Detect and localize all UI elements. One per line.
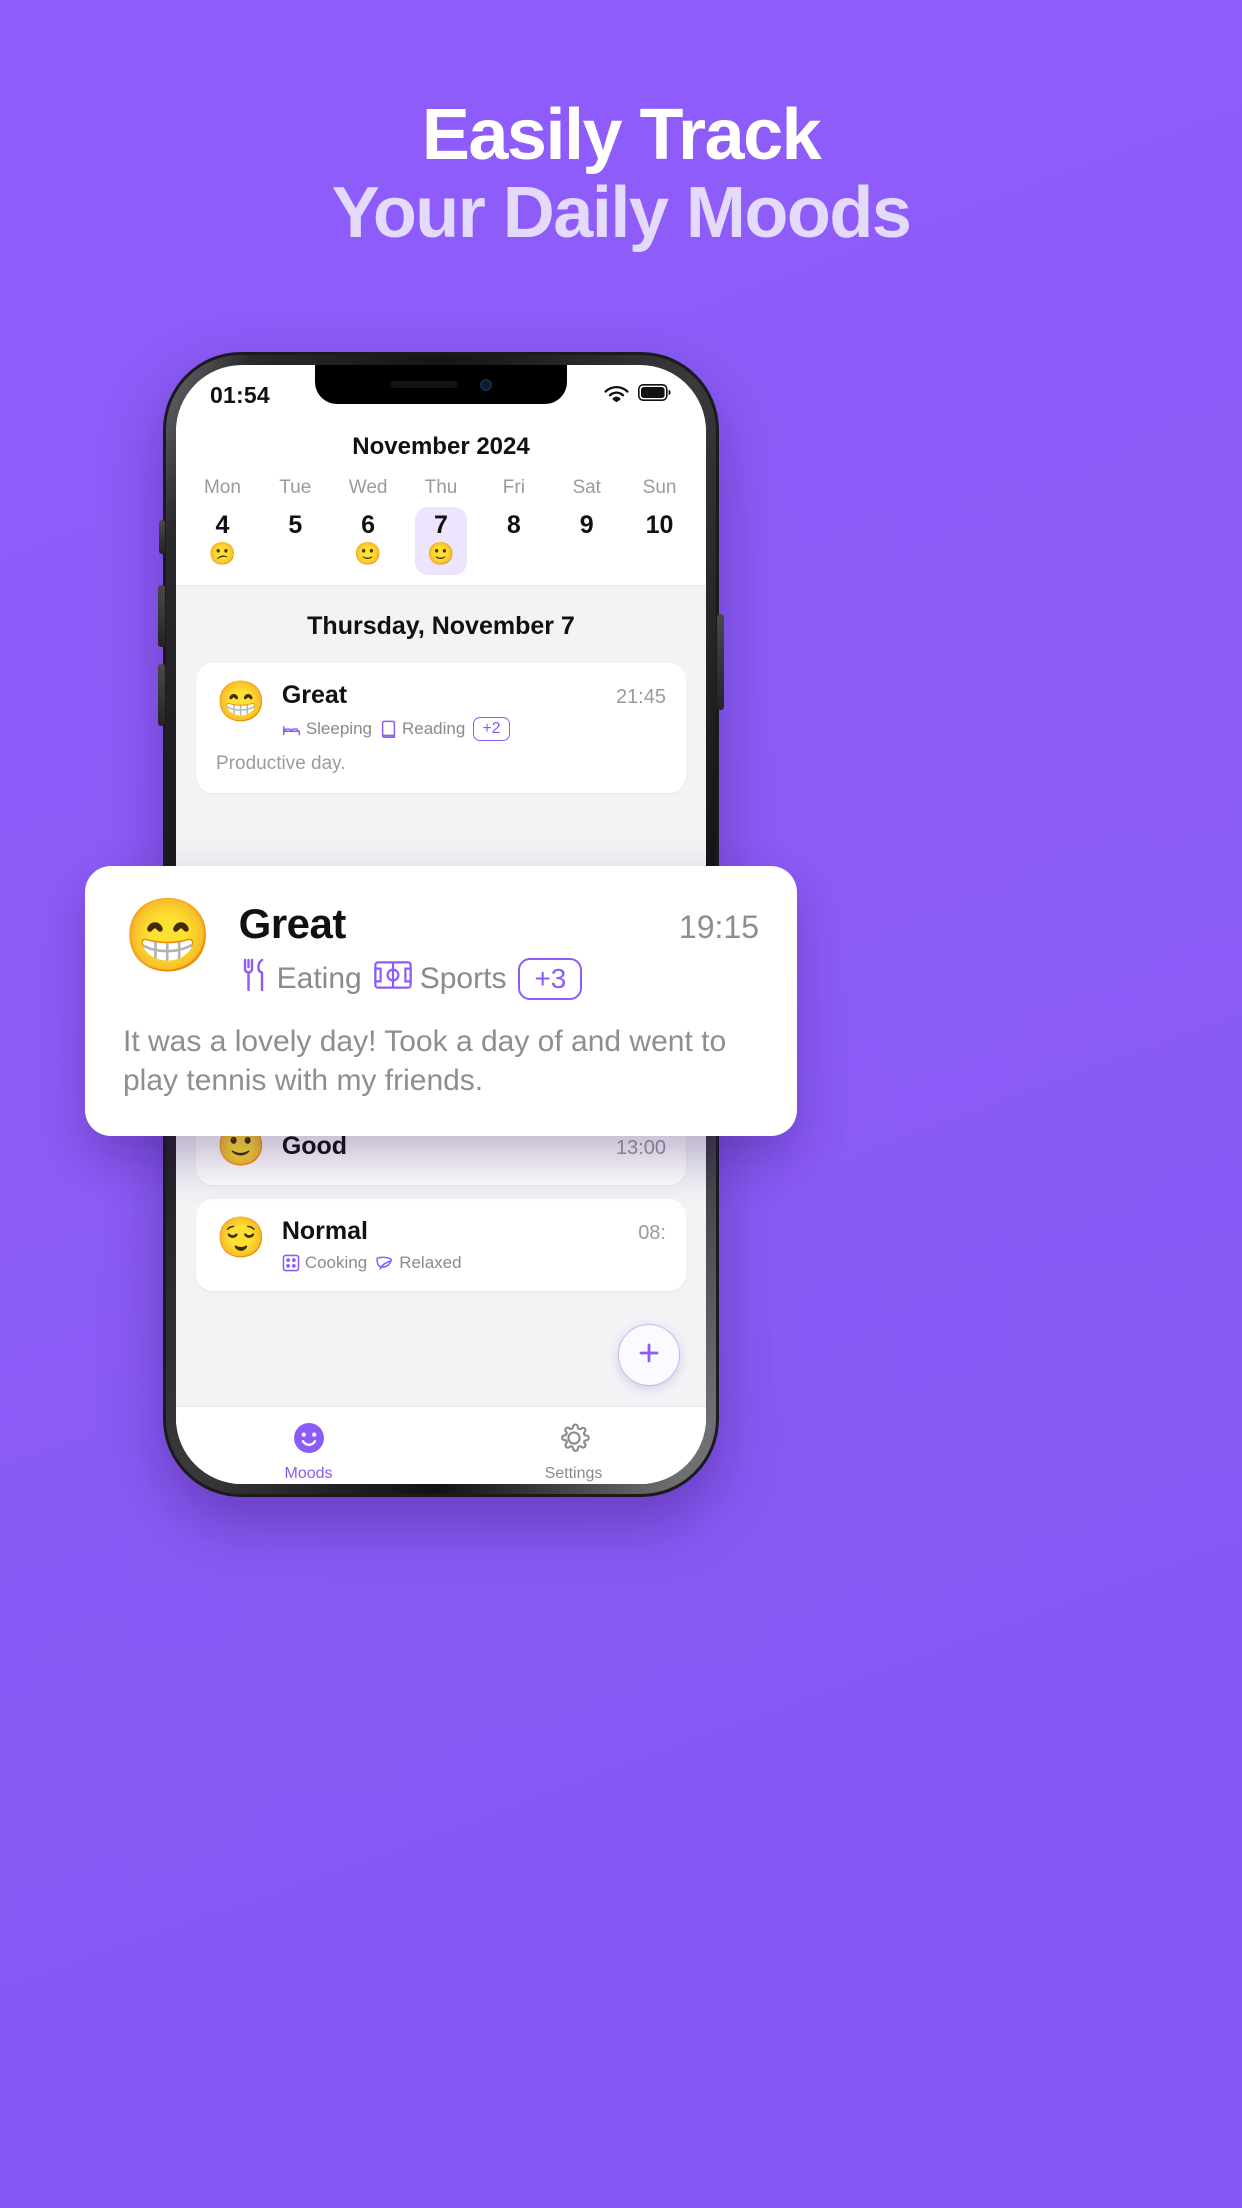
bed-icon	[282, 720, 301, 739]
calendar-day-tue[interactable]: Tue 5	[259, 477, 332, 575]
earpiece-speaker	[390, 381, 458, 388]
calendar-day-mon[interactable]: Mon 4 😕	[186, 477, 259, 575]
activity-tag-list: Eating Sports +3	[239, 958, 759, 1000]
notch	[315, 365, 567, 404]
volume-up-button[interactable]	[158, 585, 165, 647]
entry-time: 19:15	[678, 909, 759, 945]
status-bar-indicators	[604, 384, 672, 407]
calendar-day-number: 6	[361, 511, 376, 539]
calendar-strip: November 2024 Mon 4 😕 Tue 5 Wed 6 🙂 Thu …	[176, 425, 706, 586]
calendar-day-mood-emoji: 🙂	[354, 541, 382, 566]
wifi-icon	[604, 384, 629, 407]
calendar-day-number: 8	[506, 511, 521, 539]
tab-label: Moods	[284, 1465, 333, 1482]
entry-time: 21:45	[615, 686, 666, 708]
calendar-week-grid: Mon 4 😕 Tue 5 Wed 6 🙂 Thu 7 🙂 Fri 8 Sat …	[176, 477, 706, 575]
selected-day-title: Thursday, November 7	[307, 612, 575, 640]
entry-note: Productive day.	[216, 753, 346, 774]
calendar-day-mood-emoji: 😕	[208, 541, 237, 566]
marketing-headline: Easily Track Your Daily Moods	[0, 96, 1242, 253]
calendar-day-cell[interactable]: 5	[269, 507, 321, 575]
power-button[interactable]	[717, 614, 724, 710]
calendar-dow-label: Thu	[424, 477, 458, 498]
activity-tag-label: Relaxed	[399, 1253, 462, 1272]
calendar-day-number: 7	[434, 511, 448, 539]
mood-emoji: 😁	[123, 896, 213, 976]
calendar-day-thu[interactable]: Thu 7 🙂	[405, 477, 478, 575]
add-mood-button[interactable]	[618, 1324, 680, 1386]
mute-switch[interactable]	[159, 520, 165, 554]
entry-time: 13:00	[615, 1136, 666, 1159]
activity-tag-label: Eating	[276, 962, 362, 995]
calendar-day-mood-emoji: 🙂	[427, 541, 455, 566]
tab-moods[interactable]: Moods	[176, 1421, 441, 1483]
calendar-day-cell[interactable]: 8	[488, 507, 540, 575]
mood-emoji: 😁	[216, 680, 266, 724]
calendar-day-fri[interactable]: Fri 8	[477, 477, 550, 575]
calendar-day-number: 10	[645, 511, 674, 539]
activity-tag: Cooking	[282, 1253, 367, 1273]
book-icon	[380, 720, 397, 739]
calendar-day-wed[interactable]: Wed 6 🙂	[332, 477, 405, 575]
headline-line-1: Easily Track	[421, 95, 822, 175]
mood-entry-card[interactable]: 😁 Great 21:45 Sleeping Reading +2 Produc…	[196, 663, 686, 793]
smiley-icon	[292, 1421, 326, 1460]
activity-tag-label: Sports	[419, 962, 507, 995]
calendar-day-cell[interactable]: 6 🙂	[342, 507, 394, 575]
featured-mood-entry-card[interactable]: 😁 Great 19:15 Eating Sports +3 It was a …	[85, 866, 797, 1136]
mood-label: Normal	[281, 1217, 368, 1245]
mood-entry-card[interactable]: 😌 Normal 08: Cooking Relaxed	[196, 1199, 686, 1291]
entry-note: It was a lovely day! Took a day of and w…	[123, 1025, 727, 1097]
activity-tag-label: Sleeping	[305, 719, 372, 738]
calendar-dow-label: Fri	[502, 477, 525, 498]
calendar-day-number: 4	[215, 511, 230, 539]
front-camera-icon	[480, 378, 492, 391]
calendar-dow-label: Mon	[203, 477, 241, 498]
fork-knife-icon	[239, 958, 269, 1000]
mood-label: Great	[281, 681, 348, 709]
soccer-field-icon	[374, 961, 412, 997]
activity-tag: Reading	[380, 719, 465, 739]
calendar-dow-label: Tue	[279, 477, 312, 498]
calendar-day-cell-selected[interactable]: 7 🙂	[414, 507, 467, 575]
activity-tag: Sleeping	[282, 719, 372, 739]
calendar-dow-label: Sun	[642, 477, 677, 498]
activity-tag: Relaxed	[375, 1253, 462, 1273]
activity-tag: Eating	[239, 958, 362, 1000]
entry-time: 08:	[638, 1222, 666, 1244]
calendar-month-title: November 2024	[352, 433, 530, 460]
more-tags-badge[interactable]: +2	[473, 717, 510, 741]
status-bar-time: 01:54	[210, 381, 270, 408]
mood-emoji: 😌	[216, 1216, 266, 1260]
activity-tag-label: Reading	[401, 719, 466, 738]
headline-line-2: Your Daily Moods	[331, 173, 912, 254]
calendar-day-number: 9	[579, 511, 594, 539]
activity-tag-label: Cooking	[304, 1253, 368, 1272]
calendar-day-sun[interactable]: Sun 10	[623, 477, 696, 575]
mood-label: Great	[238, 900, 347, 947]
calendar-day-cell[interactable]: 10	[634, 507, 686, 575]
gear-icon	[557, 1421, 591, 1460]
calendar-dow-label: Wed	[348, 477, 388, 498]
more-tags-badge[interactable]: +3	[518, 958, 583, 1000]
activity-tag: Sports	[374, 961, 507, 997]
battery-icon	[638, 384, 672, 406]
calendar-day-number: 5	[288, 511, 303, 539]
calendar-day-cell[interactable]: 9	[561, 507, 613, 575]
activity-tag-list: Sleeping Reading +2	[282, 717, 666, 741]
tab-label: Settings	[544, 1465, 603, 1482]
volume-down-button[interactable]	[158, 664, 165, 726]
bottom-tab-bar: Moods Settings	[176, 1406, 706, 1484]
plus-icon	[634, 1338, 664, 1373]
leaf-icon	[375, 1254, 394, 1272]
calendar-day-sat[interactable]: Sat 9	[550, 477, 623, 575]
tab-settings[interactable]: Settings	[441, 1421, 706, 1483]
stove-icon	[282, 1254, 300, 1272]
calendar-day-cell[interactable]: 4 😕	[196, 507, 248, 575]
calendar-dow-label: Sat	[572, 477, 601, 498]
activity-tag-list: Cooking Relaxed	[282, 1253, 666, 1273]
